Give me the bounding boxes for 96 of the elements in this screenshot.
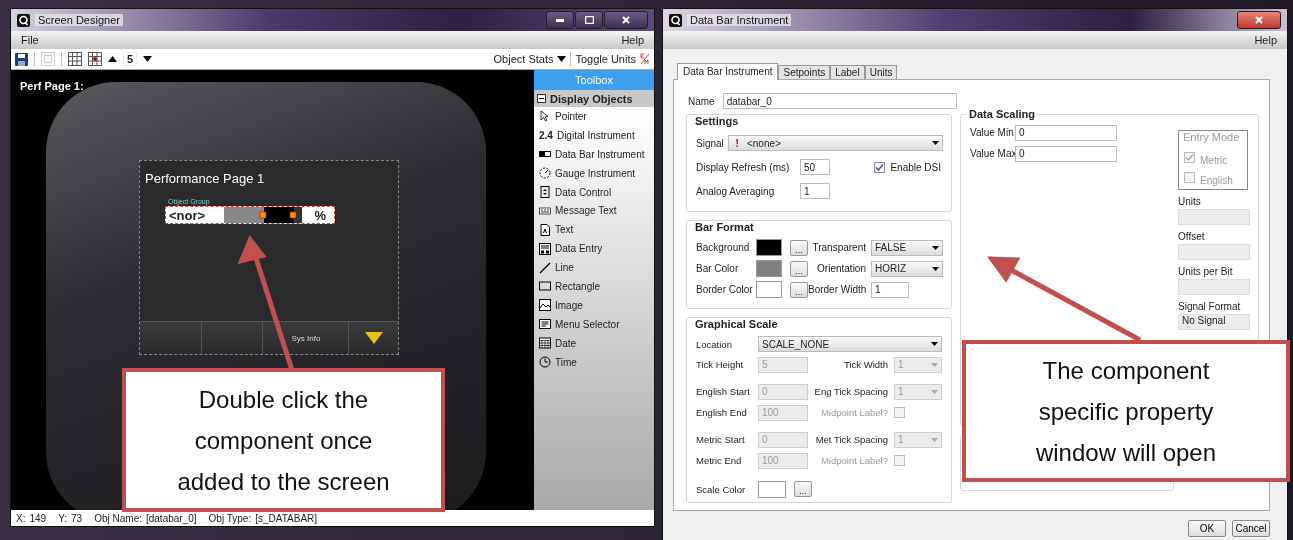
status-value: [s_DATABAR] (255, 512, 318, 524)
status-value: [databar_0] (145, 512, 197, 524)
browse-button[interactable]: ... (790, 260, 808, 277)
page-number-field[interactable]: 5 (123, 52, 138, 66)
toolbox-item[interactable]: Data Control (534, 182, 654, 202)
toolbox-item[interactable]: Time (534, 352, 654, 372)
browse-button[interactable]: ... (794, 481, 812, 497)
field-label: Units (1178, 196, 1202, 207)
tab[interactable]: Data Bar Instrument (677, 63, 779, 80)
field-label: Value Min (970, 127, 1015, 138)
toolbox-item[interactable]: Text (534, 220, 654, 240)
checkbox-label: English (1200, 174, 1233, 186)
menu-item[interactable]: Help (621, 34, 644, 46)
dialog-button[interactable]: Cancel (1232, 520, 1270, 537)
tab[interactable]: Units (864, 65, 898, 79)
field-label: Midpoint Label? (819, 455, 888, 466)
checkbox-label: Metric (1200, 154, 1228, 166)
widget-value: <nor> (168, 207, 207, 223)
field-label: Value Max (970, 148, 1015, 159)
field-label: English Start (696, 386, 751, 397)
group-title: Data Scaling (967, 108, 1038, 120)
property-field[interactable]: 1 (871, 281, 909, 298)
tab[interactable]: Label (830, 65, 865, 79)
field-label: Signal Format (1178, 301, 1242, 312)
location-dropdown[interactable]: SCALE_NONE (758, 336, 942, 352)
group-title: Bar Format (693, 221, 756, 233)
status-label: X: (16, 512, 26, 524)
callout-text: Double click the component once added to the screen (176, 384, 391, 497)
toolbox-item[interactable]: Data Bar Instrument (534, 144, 654, 164)
status-value: 149 (29, 512, 47, 524)
group-title: Entry Mode (1181, 131, 1242, 143)
field-label: Bar Color (696, 263, 740, 274)
field-label: Name (688, 95, 715, 107)
checkbox-label: Enable DSI (890, 161, 941, 173)
toolbox-item[interactable]: Data Entry (534, 239, 654, 259)
toolbox-item[interactable]: Menu Selector (534, 314, 654, 334)
field-label: Midpoint Label? (819, 407, 888, 418)
section-header[interactable]: Display Objects (534, 90, 654, 107)
field-label: Background (696, 242, 751, 253)
field-label: Metric End (696, 455, 743, 466)
scaling-field[interactable]: 0 (1015, 145, 1117, 162)
toolbox-item[interactable]: Rectangle (534, 277, 654, 296)
screen-title: Performance Page 1 (145, 171, 265, 186)
menu-item[interactable]: File (21, 34, 39, 46)
field-label: Location (696, 338, 733, 350)
window-title: Screen Designer (35, 14, 123, 26)
field-label: Tick Width (843, 359, 888, 370)
field-label: Transparent (811, 242, 866, 253)
name-field[interactable]: databar_0 (722, 93, 957, 109)
field-label: Eng Tick Spacing (813, 386, 888, 397)
field-label: Scale Color (696, 483, 747, 495)
field-label: English End (696, 407, 748, 418)
toolbox-item[interactable]: Message Text (534, 201, 654, 221)
readonly-field: No Signal (1178, 314, 1250, 330)
object-stats-menu[interactable]: Object Stats (493, 53, 554, 65)
toolbox-item[interactable]: Pointer (534, 107, 654, 126)
toolbox-item[interactable]: Date (534, 333, 654, 353)
status-label: Obj Type: (208, 512, 252, 524)
selected-widget[interactable]: <nor> % (165, 206, 335, 224)
averaging-field[interactable]: 1 (800, 183, 830, 199)
field-label: Units per Bit (1178, 266, 1234, 277)
window-title: Data Bar Instrument (687, 14, 792, 26)
toolbox-item[interactable]: Gauge Instrument (534, 163, 654, 183)
tab[interactable]: Setpoints (778, 65, 831, 79)
field-label: Tick Height (696, 359, 745, 370)
toolbox-item[interactable]: Image (534, 295, 654, 315)
callout-text: The component specific property window will open (1034, 355, 1218, 468)
widget-unit: % (314, 207, 327, 223)
field-label: Border Width (808, 284, 866, 295)
field-label: Display Refresh (ms) (696, 161, 791, 173)
browse-button[interactable]: ... (790, 281, 808, 298)
status-value: 73 (71, 512, 83, 524)
field-label: Met Tick Spacing (814, 434, 888, 445)
menu-item[interactable]: Help (1254, 34, 1277, 46)
toolbox-header: Toolbox (534, 70, 654, 90)
property-field[interactable]: HORIZ (871, 260, 943, 277)
toggle-units-button[interactable]: Toggle Units (575, 53, 636, 65)
dialog-button[interactable]: OK (1188, 520, 1226, 537)
browse-button[interactable]: ... (790, 239, 808, 256)
field-label: Offset (1178, 231, 1206, 242)
toolbox-item[interactable]: Line (534, 258, 654, 277)
signal-dropdown[interactable]: ! <none> (727, 135, 943, 151)
group-title: Settings (693, 115, 741, 127)
field-label: Orientation (816, 263, 866, 274)
property-field[interactable]: FALSE (871, 239, 943, 256)
status-label: Y: (58, 512, 68, 524)
field-label: Analog Averaging (696, 185, 776, 197)
scaling-field[interactable]: 0 (1015, 124, 1117, 141)
field-label: Border Color (696, 284, 754, 295)
status-label: Obj Name: (94, 512, 142, 524)
page-label: Perf Page 1: (20, 80, 84, 92)
toolbox-item[interactable]: 2.4 Digital Instrument (534, 125, 654, 145)
refresh-field[interactable]: 50 (800, 159, 830, 175)
field-label: Metric Start (696, 434, 746, 445)
group-title: Graphical Scale (693, 318, 780, 330)
field-label: Signal (696, 137, 725, 149)
